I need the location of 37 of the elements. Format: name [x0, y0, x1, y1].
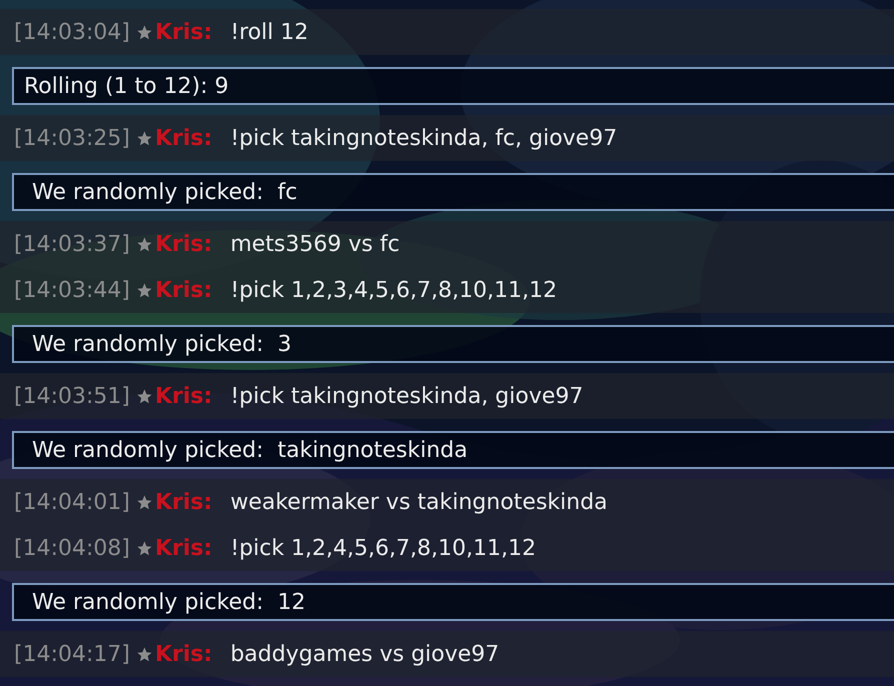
star-icon: [136, 130, 153, 146]
message-text: !pick 1,2,3,4,5,6,7,8,10,11,12: [230, 278, 557, 302]
message-text: mets3569 vs fc: [230, 232, 400, 256]
timestamp: [14:03:51]: [14, 384, 130, 408]
system-message: We randomly picked: fc: [12, 173, 894, 211]
system-message: We randomly picked: 3: [12, 325, 894, 363]
timestamp: [14:03:44]: [14, 278, 130, 302]
message-text: !pick 1,2,4,5,6,7,8,10,11,12: [230, 536, 536, 560]
username: Kris:: [154, 20, 212, 44]
username: Kris:: [154, 384, 212, 408]
system-message: We randomly picked: 12: [12, 583, 894, 621]
username: Kris:: [154, 232, 212, 256]
username: Kris:: [154, 490, 212, 514]
star-icon: [136, 282, 153, 298]
message-text: baddygames vs giove97: [230, 642, 500, 666]
username: Kris:: [154, 278, 212, 302]
message-text: !roll 12: [230, 20, 308, 44]
message-text: !pick takingnoteskinda, fc, giove97: [230, 126, 618, 150]
username: Kris:: [154, 536, 212, 560]
star-icon: [136, 540, 153, 556]
star-icon: [136, 24, 153, 40]
system-message: We randomly picked: takingnoteskinda: [12, 431, 894, 469]
timestamp: [14:03:25]: [14, 126, 130, 150]
star-icon: [136, 646, 153, 662]
timestamp: [14:04:01]: [14, 490, 130, 514]
timestamp: [14:04:17]: [14, 642, 130, 666]
timestamp: [14:04:08]: [14, 536, 130, 560]
star-icon: [136, 388, 153, 404]
timestamp: [14:03:37]: [14, 232, 130, 256]
star-icon: [136, 236, 153, 252]
username: Kris:: [154, 642, 212, 666]
username: Kris:: [154, 126, 212, 150]
timestamp: [14:03:04]: [14, 20, 130, 44]
message-text: weakermaker vs takingnoteskinda: [230, 490, 608, 514]
message-text: !pick takingnoteskinda, giove97: [230, 384, 584, 408]
star-icon: [136, 494, 153, 510]
system-message: Rolling (1 to 12): 9: [12, 67, 894, 105]
